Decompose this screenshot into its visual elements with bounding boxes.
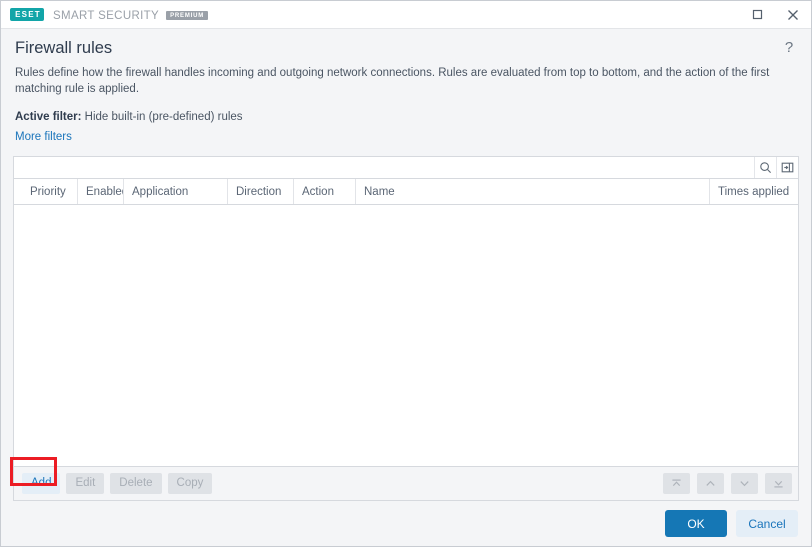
eset-logo-icon: ESET [10, 8, 44, 21]
more-filters-link-wrap: More filters [1, 125, 811, 145]
active-filter: Active filter: Hide built-in (pre-define… [1, 97, 811, 125]
active-filter-value: Hide built-in (pre-defined) rules [84, 111, 243, 123]
page-header: Firewall rules ? [1, 29, 811, 58]
move-up-icon [697, 473, 724, 494]
move-to-bottom-icon [765, 473, 792, 494]
move-to-top-icon [663, 473, 690, 494]
more-filters-link[interactable]: More filters [15, 131, 72, 143]
dialog-footer: OK Cancel [1, 501, 811, 546]
product-name-wrap: SMART SECURITY PREMIUM [53, 6, 209, 24]
table-header-row: Priority Enabled Application Direction A… [14, 179, 798, 205]
description-text: Rules define how the firewall handles in… [15, 67, 770, 95]
column-header-application[interactable]: Application [124, 179, 228, 204]
active-filter-label: Active filter: [15, 111, 82, 123]
eset-logo-text: ESET [15, 9, 41, 19]
page-title: Firewall rules [15, 39, 113, 57]
maximize-icon[interactable] [739, 1, 775, 28]
cancel-button[interactable]: Cancel [736, 510, 798, 537]
delete-button: Delete [110, 473, 162, 494]
rules-toolbar: Add Edit Delete Copy [14, 466, 798, 500]
column-header-action[interactable]: Action [294, 179, 356, 204]
column-layout-icon[interactable] [776, 157, 798, 178]
rules-panel: Priority Enabled Application Direction A… [13, 156, 799, 501]
column-header-priority[interactable]: Priority [14, 179, 78, 204]
column-header-name[interactable]: Name [356, 179, 710, 204]
table-body[interactable] [14, 205, 798, 466]
edit-button: Edit [66, 473, 105, 494]
ok-button[interactable]: OK [665, 510, 727, 537]
edition-badge: PREMIUM [166, 10, 209, 20]
search-input[interactable] [14, 157, 754, 178]
search-icon[interactable] [754, 157, 776, 178]
add-button[interactable]: Add [22, 473, 61, 494]
column-header-direction[interactable]: Direction [228, 179, 294, 204]
help-icon[interactable]: ? [781, 39, 797, 57]
close-icon[interactable] [775, 1, 811, 28]
column-header-enabled[interactable]: Enabled [78, 179, 124, 204]
firewall-rules-dialog: ESET SMART SECURITY PREMIUM Firewall rule… [0, 0, 812, 547]
column-header-times-applied[interactable]: Times applied [710, 179, 798, 204]
move-down-icon [731, 473, 758, 494]
title-bar: ESET SMART SECURITY PREMIUM [1, 1, 811, 29]
product-name: SMART SECURITY [53, 9, 160, 22]
search-row [14, 157, 798, 179]
copy-button: Copy [167, 473, 213, 494]
